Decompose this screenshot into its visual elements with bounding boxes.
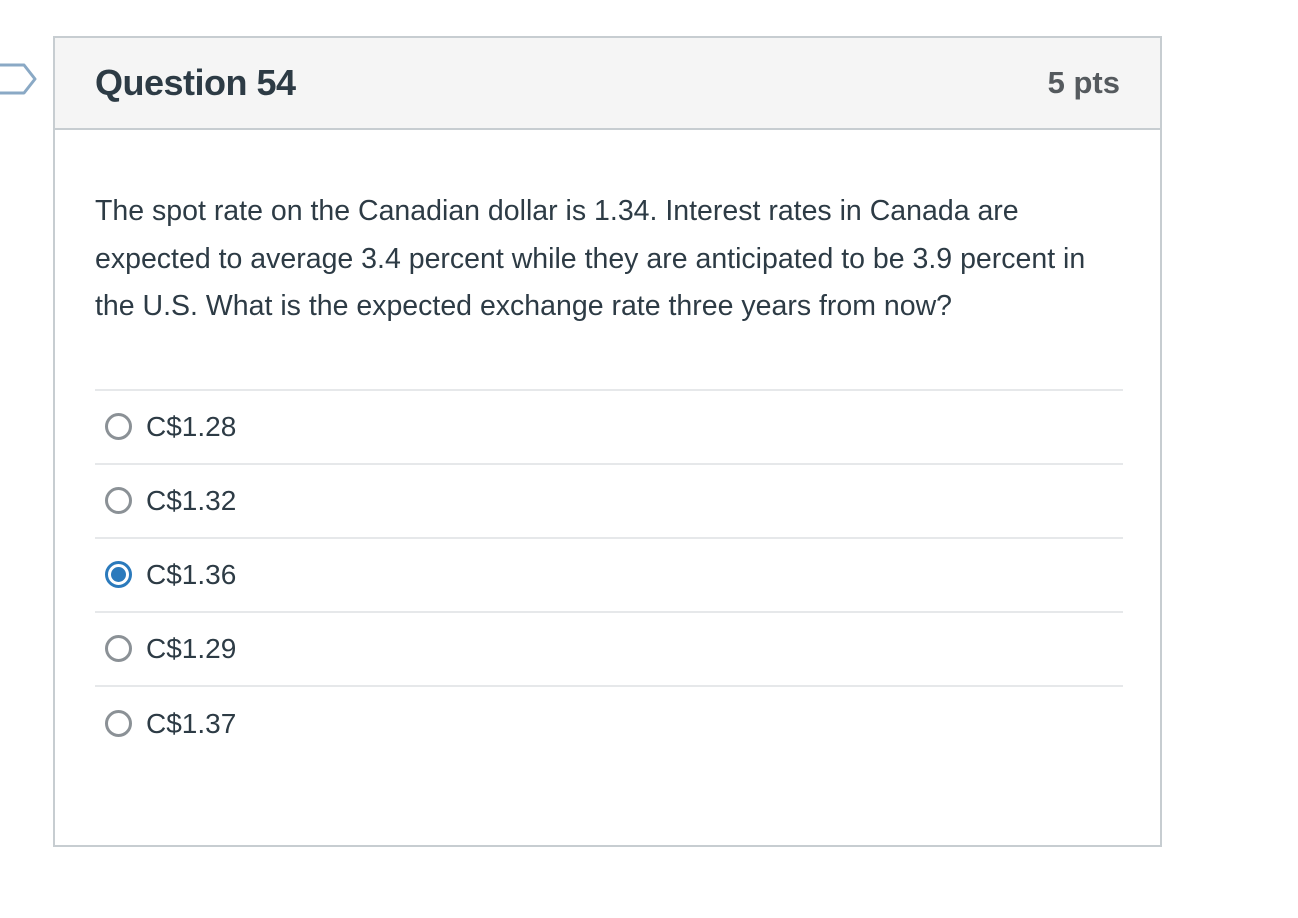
quiz-page: Question 54 5 pts The spot rate on the C…: [0, 0, 1298, 918]
question-body: The spot rate on the Canadian dollar is …: [55, 130, 1160, 761]
question-title: Question 54: [95, 62, 296, 103]
answer-option[interactable]: C$1.36: [95, 539, 1123, 613]
answer-option[interactable]: C$1.29: [95, 613, 1123, 687]
answer-option[interactable]: C$1.28: [95, 391, 1123, 465]
answer-label: C$1.28: [146, 410, 237, 442]
radio-unselected-icon[interactable]: [105, 487, 132, 514]
radio-unselected-icon[interactable]: [105, 413, 132, 440]
radio-unselected-icon[interactable]: [105, 710, 132, 737]
question-card: Question 54 5 pts The spot rate on the C…: [53, 36, 1162, 847]
answer-label: C$1.37: [146, 707, 237, 739]
question-points: 5 pts: [1047, 65, 1120, 100]
answer-option[interactable]: C$1.32: [95, 465, 1123, 539]
answer-label: C$1.36: [146, 558, 237, 590]
radio-unselected-icon[interactable]: [105, 635, 132, 662]
answer-label: C$1.29: [146, 632, 237, 664]
answer-label: C$1.32: [146, 484, 237, 516]
question-text: The spot rate on the Canadian dollar is …: [95, 195, 1086, 322]
answer-list: C$1.28 C$1.32 C$1.36 C$1.29 C$1.37: [95, 388, 1123, 761]
answer-option[interactable]: C$1.37: [95, 687, 1123, 761]
radio-selected-icon[interactable]: [105, 561, 132, 588]
flag-marker-icon[interactable]: [0, 62, 38, 96]
question-header: Question 54 5 pts: [55, 38, 1160, 130]
